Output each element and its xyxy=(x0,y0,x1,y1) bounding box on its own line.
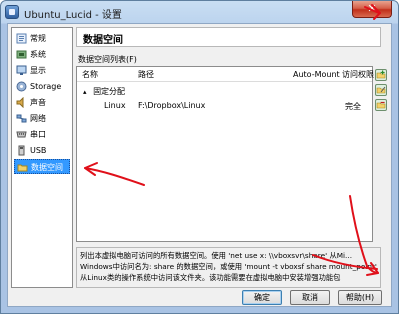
title-bar[interactable]: Ubuntu_Lucid - 设置 ✕ xyxy=(1,1,398,23)
sidebar-item-label: 串口 xyxy=(30,130,46,139)
sidebar-item-label: USB xyxy=(30,146,47,155)
tree-group-row[interactable]: ▴ 固定分配 xyxy=(83,86,125,97)
page-header: 数据空间 xyxy=(76,27,381,47)
settings-sidebar: 常规 系统 显示 Storage 声音 网络 串口 USB 数据空间 xyxy=(11,27,73,288)
window-title: Ubuntu_Lucid - 设置 xyxy=(24,10,122,21)
sidebar-item-label: 常规 xyxy=(30,34,46,43)
virtualbox-app-icon xyxy=(5,5,19,19)
remove-folder-button[interactable] xyxy=(375,99,387,111)
sidebar-item-label: 声音 xyxy=(30,98,46,107)
sidebar-item-serial-port[interactable]: 串口 xyxy=(14,127,70,142)
remove-folder-icon xyxy=(376,101,386,109)
network-icon xyxy=(16,113,27,124)
description-line: 列出本虚拟电脑可访问的所有数据空间。使用 'net use x: \\vboxs… xyxy=(80,251,353,260)
sidebar-item-display[interactable]: 显示 xyxy=(14,63,70,78)
display-icon xyxy=(16,65,27,76)
column-header-path[interactable]: 路径 xyxy=(138,69,154,81)
row-name: Linux xyxy=(104,101,126,110)
sidebar-item-usb[interactable]: USB xyxy=(14,143,70,158)
sidebar-item-shared-folders[interactable]: 数据空间 xyxy=(14,159,70,174)
storage-icon xyxy=(16,81,27,92)
description-line: Windows中访问名为: share 的数据空间，或使用 'mount -t … xyxy=(80,262,377,271)
sidebar-item-general[interactable]: 常规 xyxy=(14,31,70,46)
sidebar-item-audio[interactable]: 声音 xyxy=(14,95,70,110)
row-access: 完全 xyxy=(345,102,361,111)
usb-icon xyxy=(16,145,27,156)
sidebar-item-label: 网络 xyxy=(30,114,46,123)
settings-window: Ubuntu_Lucid - 设置 ✕ 常规 系统 显示 Storage 声音 … xyxy=(0,0,399,314)
shared-folders-icon xyxy=(17,162,28,173)
edit-folder-icon xyxy=(376,86,386,94)
column-header-name[interactable]: 名称 xyxy=(82,69,98,81)
sidebar-item-label: 数据空间 xyxy=(31,163,63,172)
general-icon xyxy=(16,33,27,44)
sidebar-item-label: 显示 xyxy=(30,66,46,75)
page-title: 数据空间 xyxy=(83,35,123,46)
table-row[interactable]: Linux F:\Dropbox\Linux 完全 xyxy=(77,101,372,113)
sidebar-item-label: 系统 xyxy=(30,50,46,59)
description-line: 从Linux类的操作系统中访问该文件夹。该功能需要在虚拟电脑中安装增强功能包 xyxy=(80,273,341,282)
shared-folders-list[interactable]: 名称 路径 Auto-Mount 访问权限 ▴ 固定分配 Linux F:\Dr… xyxy=(76,66,374,242)
header-divider xyxy=(77,81,372,82)
sidebar-item-network[interactable]: 网络 xyxy=(14,111,70,126)
close-icon: ✕ xyxy=(367,2,377,15)
sidebar-item-storage[interactable]: Storage xyxy=(14,79,70,94)
shared-folders-list-label: 数据空间列表(F) xyxy=(78,55,137,64)
sidebar-item-label: Storage xyxy=(30,82,62,91)
description-panel: 列出本虚拟电脑可访问的所有数据空间。使用 'net use x: \\vboxs… xyxy=(76,247,381,288)
edit-folder-button[interactable] xyxy=(375,84,387,96)
audio-icon xyxy=(16,96,27,109)
dialog-body: 常规 系统 显示 Storage 声音 网络 串口 USB 数据空间 数据空间 … xyxy=(7,23,392,307)
column-header-automount[interactable]: Auto-Mount xyxy=(293,69,340,81)
help-button[interactable]: 帮助(H) xyxy=(338,290,382,305)
system-icon xyxy=(16,49,27,60)
cancel-button[interactable]: 取消 xyxy=(290,290,330,305)
row-path: F:\Dropbox\Linux xyxy=(138,101,206,110)
settings-content: 数据空间 数据空间列表(F) 名称 路径 Auto-Mount 访问权限 ▴ 固… xyxy=(76,27,387,288)
column-header-access[interactable]: 访问权限 xyxy=(342,69,374,81)
expander-icon[interactable]: ▴ xyxy=(83,88,87,96)
ok-button[interactable]: 确定 xyxy=(242,290,282,305)
add-folder-icon xyxy=(376,70,386,79)
add-folder-button[interactable] xyxy=(375,69,387,81)
group-label: 固定分配 xyxy=(93,87,126,96)
close-button[interactable]: ✕ xyxy=(352,1,392,18)
serial-port-icon xyxy=(16,129,27,140)
sidebar-item-system[interactable]: 系统 xyxy=(14,47,70,62)
